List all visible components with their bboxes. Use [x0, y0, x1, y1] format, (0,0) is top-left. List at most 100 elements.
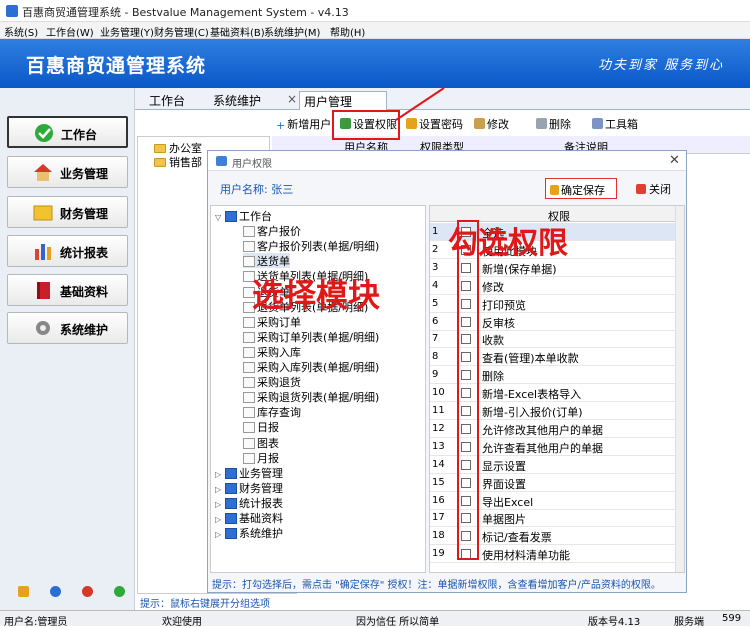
- nav-business-button[interactable]: 业务管理: [7, 156, 128, 188]
- expand-icon[interactable]: ▷: [215, 530, 225, 539]
- tree-node-group[interactable]: ▷ 基础资料: [215, 510, 283, 525]
- tab-user-management[interactable]: 用户管理: [299, 91, 387, 110]
- tree-node-item[interactable]: 月报: [243, 450, 279, 465]
- nav-basic-data-button[interactable]: 基础资料: [7, 274, 128, 306]
- tree-node-group[interactable]: ▷ 业务管理: [215, 465, 283, 480]
- nav-finance-label: 财务管理: [60, 207, 109, 221]
- nav-maintenance-button[interactable]: 系统维护: [7, 312, 128, 344]
- page-icon: [243, 437, 255, 449]
- dept-sales[interactable]: 销售部: [154, 154, 202, 170]
- dialog-title: 用户权限: [232, 159, 272, 170]
- expand-icon[interactable]: ▷: [215, 485, 225, 494]
- permission-label: 新增-Excel表格导入: [482, 388, 582, 402]
- row-number: 4: [432, 279, 439, 291]
- tree-node-item[interactable]: 库存查询: [243, 404, 301, 419]
- app-icon: [6, 5, 18, 17]
- close-icon[interactable]: ✕: [669, 153, 680, 168]
- tree-node-item[interactable]: 客户报价: [243, 223, 301, 238]
- menu-help[interactable]: 帮助(H): [330, 24, 365, 39]
- module-icon: [225, 513, 237, 524]
- permission-label: 修改: [482, 280, 504, 294]
- expand-icon[interactable]: ▷: [215, 500, 225, 509]
- row-number: 14: [432, 458, 445, 470]
- tab-workbench[interactable]: 工作台: [145, 91, 189, 110]
- dialog-icon: [216, 156, 227, 166]
- tree-node-group[interactable]: ▷ 财务管理: [215, 480, 283, 495]
- tree-node-group[interactable]: ▷ 统计报表: [215, 495, 283, 510]
- banner-slogan: 功夫到家 服务到心: [598, 58, 725, 73]
- page-icon: [243, 331, 255, 343]
- row-number: 7: [432, 333, 439, 345]
- back-icon[interactable]: [114, 586, 125, 597]
- expand-icon[interactable]: ▷: [215, 515, 225, 524]
- toolbox-button[interactable]: 工具箱: [592, 116, 638, 132]
- expand-icon[interactable]: ▷: [215, 470, 225, 479]
- nav-business-label: 业务管理: [60, 167, 109, 181]
- check-circle-icon: [33, 123, 55, 143]
- edit-button[interactable]: 修改: [474, 116, 509, 132]
- power-icon[interactable]: [82, 586, 93, 597]
- permission-label: 显示设置: [482, 459, 526, 473]
- menu-maintenance[interactable]: 系统维护(M): [264, 24, 320, 39]
- banner-title: 百惠商贸通管理系统: [26, 55, 207, 77]
- row-number: 6: [432, 315, 439, 327]
- menu-business[interactable]: 业务管理(Y): [100, 24, 154, 39]
- page-icon: [243, 377, 255, 389]
- tree-node-workbench[interactable]: ▽ 工作台: [215, 208, 272, 223]
- tree-node-item[interactable]: 送货单: [243, 253, 290, 269]
- tab-maintenance[interactable]: 系统维护: [209, 91, 265, 110]
- tree-node-item[interactable]: 图表: [243, 435, 279, 450]
- page-icon: [243, 256, 255, 268]
- permission-label: 使用材料清单功能: [482, 549, 570, 563]
- toolbox-icon: [592, 118, 603, 129]
- menu-basic-data[interactable]: 基础资料(B): [210, 24, 265, 39]
- clock-icon[interactable]: [50, 586, 61, 597]
- tree-node-item[interactable]: 采购退货: [243, 374, 301, 389]
- expand-icon[interactable]: ▽: [215, 213, 225, 222]
- menu-workbench[interactable]: 工作台(W): [46, 24, 94, 39]
- user-name-label: 用户名称: 张三: [220, 183, 294, 196]
- menu-finance[interactable]: 财务管理(C): [154, 24, 209, 39]
- tree-node-item[interactable]: 采购入库: [243, 344, 301, 359]
- tree-node-item[interactable]: 采购退货列表(单据/明细): [243, 389, 379, 404]
- nav-workbench-button[interactable]: 工作台: [7, 116, 128, 148]
- permission-label: 标记/查看发票: [482, 531, 552, 545]
- tree-node-item[interactable]: 采购订单列表(单据/明细): [243, 329, 379, 344]
- row-number: 11: [432, 405, 445, 416]
- title-bar: 百惠商贸通管理系统 - Bestvalue Management System …: [0, 0, 750, 22]
- menu-system[interactable]: 系统(S): [4, 24, 38, 39]
- tree-node-item[interactable]: 采购入库列表(单据/明细): [243, 359, 379, 374]
- folder-icon: [32, 202, 54, 222]
- tree-node-item[interactable]: 客户报价列表(单据/明细): [243, 238, 379, 253]
- nav-maintenance-label: 系统维护: [60, 323, 109, 337]
- vertical-scrollbar[interactable]: [675, 206, 684, 572]
- tree-node-item[interactable]: 日报: [243, 419, 279, 434]
- permission-label: 导出Excel: [482, 495, 534, 509]
- module-icon: [225, 211, 237, 222]
- tree-node-group[interactable]: ▷ 系统维护: [215, 525, 283, 540]
- dialog-action-bar: 用户名称: 张三 确定保存 关闭: [208, 171, 686, 204]
- page-icon: [243, 241, 255, 253]
- nav-finance-button[interactable]: 财务管理: [7, 196, 128, 228]
- row-number: 18: [432, 530, 445, 542]
- permission-label: 查看(管理)本单收款: [482, 352, 579, 366]
- module-icon: [225, 528, 237, 540]
- delete-button[interactable]: 删除: [536, 116, 571, 132]
- nav-reports-button[interactable]: 统计报表: [7, 235, 128, 267]
- permission-label: 单据图片: [482, 513, 526, 527]
- left-nav-panel: 工作台 业务管理 财务管理 统计报表 基础资料 系统维护: [0, 88, 135, 610]
- key-icon[interactable]: [18, 586, 29, 597]
- folder-icon: [154, 158, 166, 167]
- dialog-close-button[interactable]: 关闭: [636, 181, 671, 197]
- page-icon: [243, 362, 255, 373]
- trash-icon: [536, 118, 547, 129]
- permission-label: 收款: [482, 334, 504, 348]
- page-icon: [243, 392, 255, 404]
- nav-reports-label: 统计报表: [60, 246, 109, 260]
- module-icon: [225, 467, 237, 479]
- confirm-save-button[interactable]: 确定保存: [545, 178, 617, 199]
- permission-label: 打印预览: [482, 298, 526, 312]
- new-user-button[interactable]: + 新增用户: [276, 116, 331, 132]
- banner: 百惠商贸通管理系统 功夫到家 服务到心: [0, 39, 750, 88]
- permission-label: 允许查看其他用户的单据: [482, 441, 603, 455]
